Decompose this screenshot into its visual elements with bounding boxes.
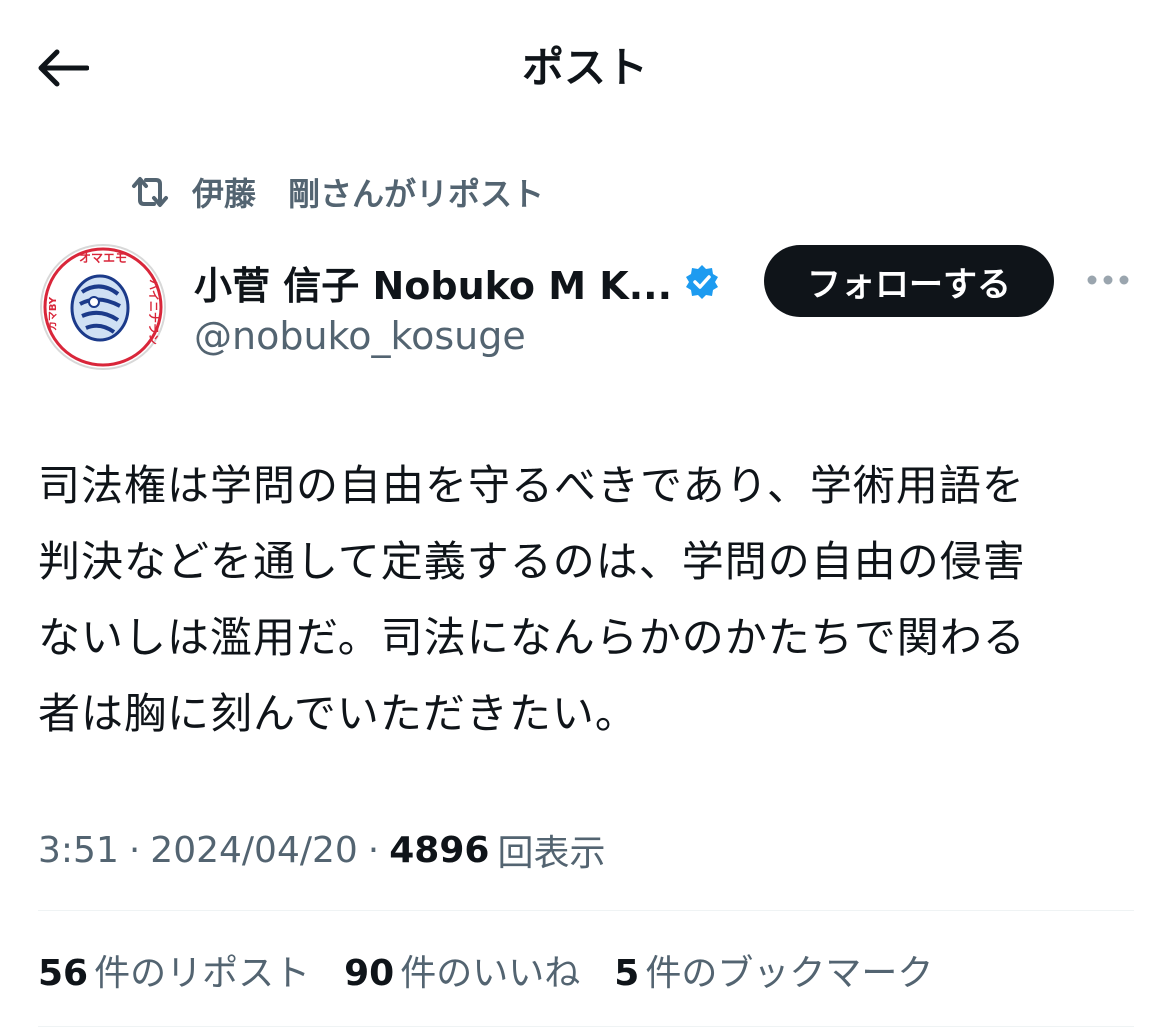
- bookmarks-stat[interactable]: 5 件のブックマーク: [614, 944, 933, 996]
- bookmarks-count: 5: [614, 953, 640, 994]
- likes-stat[interactable]: 90 件のいいね: [344, 944, 580, 996]
- likes-label: 件のいいね: [400, 953, 581, 994]
- follow-button[interactable]: フォローする: [764, 245, 1054, 317]
- views-label: 回表示: [497, 833, 606, 874]
- divider: [38, 1026, 1134, 1027]
- more-horizontal-icon: [1087, 275, 1129, 285]
- svg-text:オマエモ: オマエモ: [79, 251, 127, 265]
- more-options-button[interactable]: [1080, 260, 1136, 300]
- post-stats: 56 件のリポスト 90 件のいいね 5 件のブックマーク: [38, 940, 967, 1000]
- post-time[interactable]: 3:51: [38, 830, 119, 871]
- bookmarks-label: 件のブックマーク: [645, 953, 934, 994]
- page-title: ポスト: [521, 43, 648, 92]
- repost-indicator[interactable]: 伊藤 剛さんがリポスト: [130, 168, 544, 216]
- repost-icon: [130, 172, 170, 212]
- post-date[interactable]: 2024/04/20: [150, 830, 358, 871]
- reposts-label: 件のリポスト: [94, 953, 311, 994]
- author-handle[interactable]: @nobuko_kosuge: [194, 310, 526, 362]
- reposts-count: 56: [38, 953, 89, 994]
- author-display-name[interactable]: 小菅 信子 Nobuko M K...: [194, 255, 672, 310]
- meta-separator: ·: [367, 829, 380, 871]
- svg-text:カマBY: カマBY: [47, 296, 59, 331]
- meta-separator: ·: [128, 829, 141, 871]
- divider: [38, 910, 1134, 911]
- verified-badge-icon: [686, 265, 719, 299]
- svg-text:ハイニナラン: ハイニナラン: [147, 279, 160, 345]
- likes-count: 90: [344, 953, 395, 994]
- post-text: 司法権は学問の自由を守るべきであり、学術用語を 判決などを通して定義するのは、学…: [38, 461, 1026, 738]
- avatar[interactable]: オマエモ ハイニナラン カマBY: [38, 242, 168, 372]
- views-count: 4896: [389, 829, 490, 871]
- reposts-stat[interactable]: 56 件のリポスト: [38, 944, 310, 996]
- post-meta: 3:51 · 2024/04/20 · 4896 回表示: [38, 822, 605, 878]
- avatar-image: オマエモ ハイニナラン カマBY: [40, 244, 166, 370]
- repost-text: 伊藤 剛さんがリポスト: [192, 175, 545, 213]
- author-name-row: 小菅 信子 Nobuko M K...: [194, 252, 720, 312]
